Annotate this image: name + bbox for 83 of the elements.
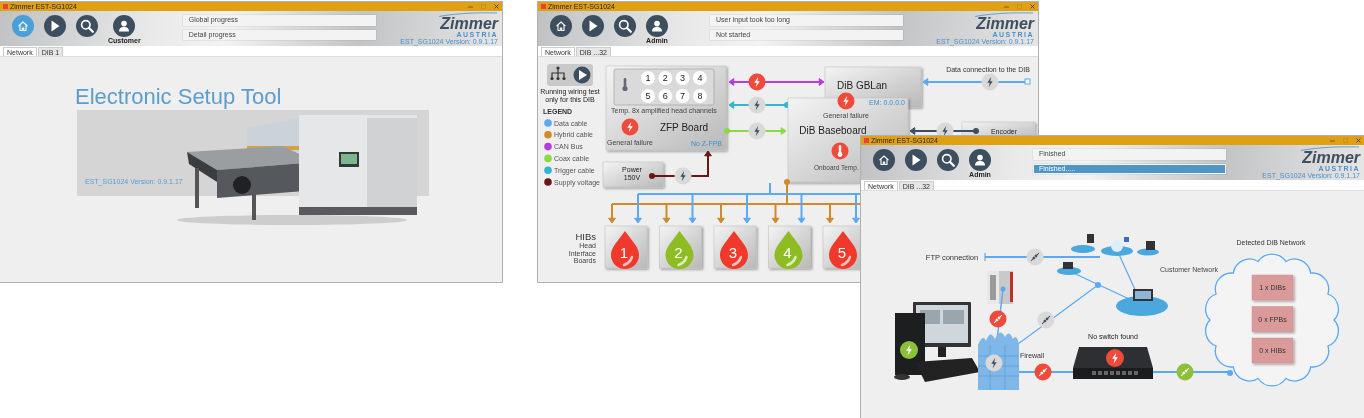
home-icon	[878, 154, 890, 166]
count-tile	[1251, 274, 1294, 301]
logo-brand: Zimmer	[1302, 151, 1360, 165]
search-icon	[618, 19, 632, 33]
board-title: DiB GBLan	[837, 80, 887, 91]
home-button[interactable]	[550, 15, 572, 37]
channel-circle	[641, 89, 655, 103]
user-button[interactable]	[969, 149, 991, 171]
hibs-title: HIBs	[575, 231, 596, 242]
play-button[interactable]	[582, 15, 604, 37]
search-icon	[941, 153, 955, 167]
logo-swoosh-icon	[438, 12, 498, 17]
power-cable-arrow	[649, 150, 712, 179]
hib-number: 3	[728, 244, 738, 261]
channel-number: 6	[662, 91, 668, 102]
home-icon	[555, 20, 567, 32]
app-heading: Electronic Setup Tool	[75, 84, 283, 110]
channel-circle	[658, 71, 673, 85]
channel-circle	[692, 71, 707, 85]
logo-brand: Zimmer	[440, 17, 498, 31]
play-icon	[911, 154, 921, 166]
data-cable-arrow	[852, 193, 860, 224]
user-icon	[118, 20, 131, 32]
play-button[interactable]	[44, 15, 66, 37]
channel-circle	[675, 71, 690, 85]
data-cable-arrow	[797, 193, 806, 224]
play-icon	[588, 20, 598, 32]
channel-number: 3	[680, 73, 686, 84]
close-icon[interactable]	[1030, 4, 1035, 9]
play-icon	[573, 66, 591, 84]
hib-number: 5	[837, 244, 847, 261]
user-button[interactable]	[646, 15, 668, 37]
user-button[interactable]	[113, 15, 136, 37]
data-cable-arrow	[743, 193, 751, 224]
channel-circle	[658, 89, 673, 103]
server-drawing	[987, 271, 1013, 304]
hybrid-cable-arrow	[826, 203, 834, 224]
app-icon	[541, 4, 546, 9]
logo-swoosh-icon	[974, 12, 1034, 17]
search-button[interactable]	[614, 15, 636, 37]
count-tile	[1251, 337, 1294, 364]
hybrid-cable-arrow	[608, 203, 616, 224]
firewall-drawing	[977, 332, 1020, 391]
channel-number: 4	[697, 73, 703, 84]
channel-number: 7	[680, 91, 686, 102]
hib-number: 2	[674, 244, 683, 261]
data-cable-arrow	[688, 193, 697, 224]
channel-number: 2	[662, 73, 668, 84]
app-icon	[3, 4, 8, 9]
data-cable-arrow	[634, 193, 642, 224]
encoder-cable-arrow	[909, 127, 979, 135]
hybrid-cable-arrow	[662, 203, 671, 224]
channel-number: 8	[697, 91, 703, 102]
hib-number: 1	[619, 244, 629, 261]
close-icon[interactable]	[494, 4, 499, 9]
search-button[interactable]	[937, 149, 959, 171]
channel-circle	[675, 89, 690, 103]
home-button[interactable]	[873, 149, 895, 171]
hib-number: 4	[783, 244, 792, 261]
hybrid-cable-arrow	[771, 203, 780, 224]
board-title: ZFP Board	[659, 122, 709, 133]
user-icon	[974, 154, 986, 166]
count-tile	[1251, 306, 1294, 332]
board-title: DiB Baseboard	[799, 125, 867, 136]
play-button[interactable]	[905, 149, 927, 171]
app-icon	[864, 138, 869, 143]
user-icon	[651, 20, 663, 32]
channel-number: 1	[645, 73, 651, 84]
power-panel	[602, 161, 664, 188]
wiring-tree-icon	[550, 66, 566, 81]
channel-number: 5	[645, 91, 651, 102]
search-icon	[80, 19, 94, 33]
close-icon[interactable]	[1356, 138, 1361, 143]
connection-dot	[1227, 370, 1233, 376]
channel-circle	[692, 89, 707, 103]
channel-circle	[641, 71, 655, 85]
logo-brand: Zimmer	[976, 17, 1034, 31]
search-button[interactable]	[76, 15, 98, 37]
logo-swoosh-icon	[1300, 146, 1360, 151]
play-icon	[50, 20, 60, 32]
home-icon	[17, 20, 29, 32]
thermometer-icon	[622, 78, 628, 92]
hybrid-cable-arrow	[717, 203, 725, 224]
